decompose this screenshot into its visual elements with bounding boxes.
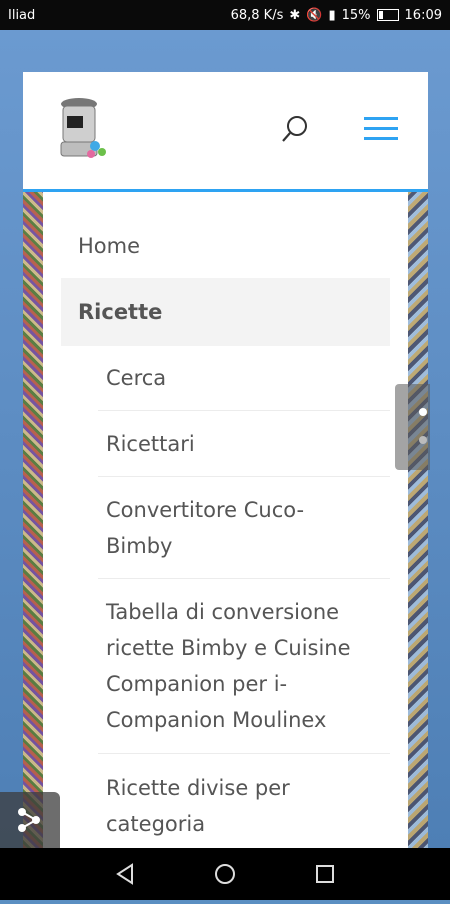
carrier-label: Iliad xyxy=(8,7,36,23)
clock: 16:09 xyxy=(404,7,442,23)
scroll-dot[interactable] xyxy=(419,436,427,444)
mobile-menu-panel: Home Ricette Cerca Ricettari Convertitor… xyxy=(43,192,408,848)
android-nav-bar xyxy=(0,848,450,900)
battery-icon xyxy=(376,9,399,21)
submenu-item-convertitore[interactable]: Convertitore Cuco-Bimby xyxy=(106,492,346,564)
hamburger-menu-icon[interactable] xyxy=(364,115,398,143)
network-speed: 68,8 K/s xyxy=(230,7,284,23)
submenu-item-tabella-conversione[interactable]: Tabella di conversione ricette Bimby e C… xyxy=(106,594,386,738)
home-icon[interactable] xyxy=(215,864,235,884)
background-image-left xyxy=(23,190,43,848)
mute-icon: 🔇 xyxy=(306,7,323,23)
recents-icon[interactable] xyxy=(316,865,334,883)
share-icon xyxy=(18,808,40,832)
page-scroll-indicator[interactable] xyxy=(395,384,430,470)
menu-divider xyxy=(98,578,390,579)
menu-item-home[interactable]: Home xyxy=(78,228,140,264)
scroll-dot-active[interactable] xyxy=(419,408,427,416)
menu-divider xyxy=(98,410,390,411)
battery-percent: 15% xyxy=(341,7,371,23)
search-icon[interactable] xyxy=(280,114,310,144)
menu-item-ricette[interactable]: Ricette xyxy=(78,294,162,330)
submenu-item-ricettari[interactable]: Ricettari xyxy=(106,426,376,462)
background-image-right xyxy=(408,190,428,848)
status-bar: Iliad 68,8 K/s ✱ 🔇 ▮ 15% 16:09 xyxy=(0,0,450,30)
site-logo[interactable] xyxy=(55,96,109,162)
signal-icon: ▮ xyxy=(328,7,336,23)
back-icon[interactable] xyxy=(116,863,133,885)
bluetooth-icon: ✱ xyxy=(289,7,301,23)
menu-divider xyxy=(98,753,390,754)
share-button[interactable] xyxy=(0,792,60,848)
menu-divider xyxy=(98,476,390,477)
submenu-item-ricette-categoria[interactable]: Ricette divise per categoria xyxy=(106,770,376,842)
submenu-item-cerca[interactable]: Cerca xyxy=(106,360,376,396)
